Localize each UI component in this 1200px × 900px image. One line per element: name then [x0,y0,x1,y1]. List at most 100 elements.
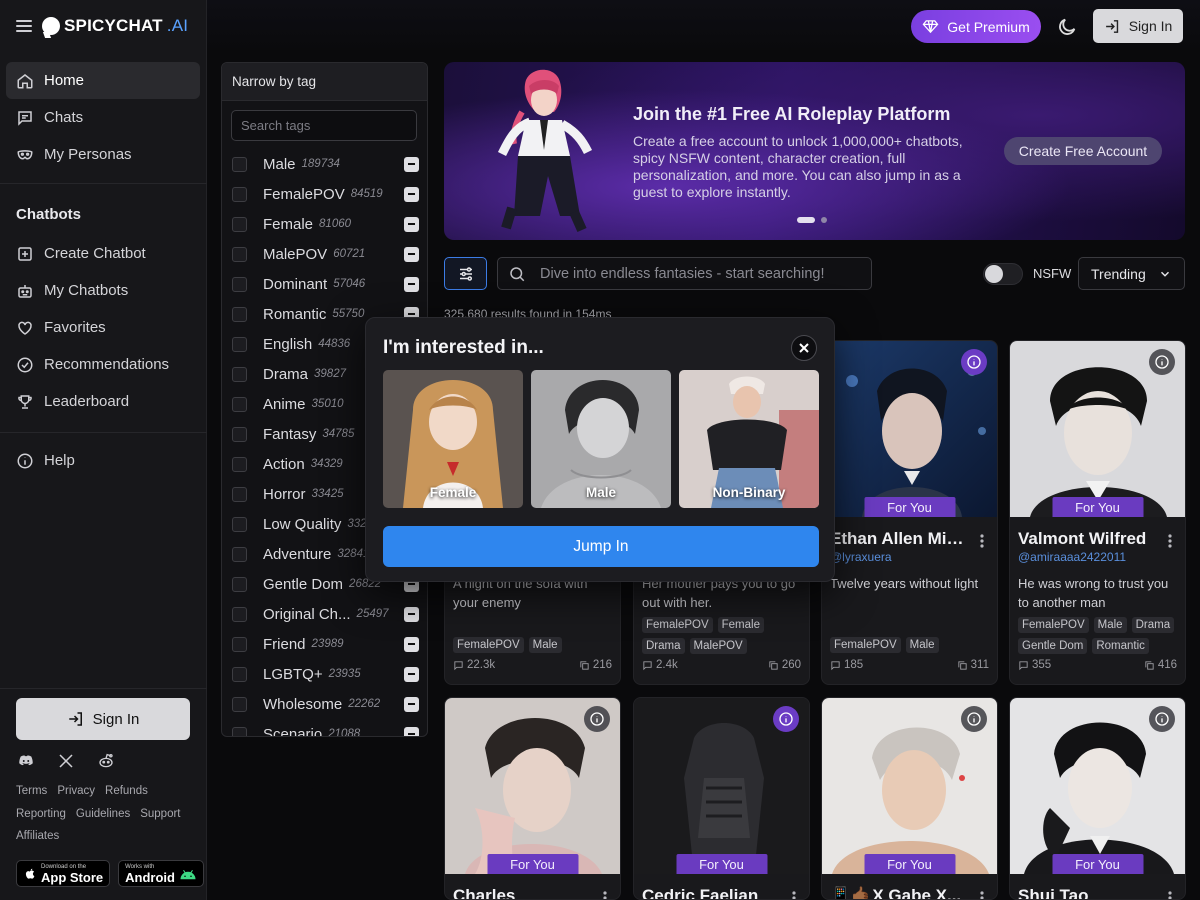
card-info-button[interactable] [1149,706,1175,732]
nav-leaderboard[interactable]: Leaderboard [6,383,200,420]
tag-checkbox[interactable] [232,636,247,652]
card-tag[interactable]: FemalePOV [453,637,524,653]
create-free-account-button[interactable]: Create Free Account [1004,137,1162,165]
nav-favorites[interactable]: Favorites [6,309,200,346]
tag-checkbox[interactable] [232,486,247,502]
search-input[interactable] [526,265,871,282]
card-tag[interactable]: Male [1093,617,1127,633]
dark-mode-moon-icon[interactable] [1056,16,1078,38]
tag-checkbox[interactable] [232,426,247,442]
card-more-icon[interactable] [1163,533,1177,549]
card-more-icon[interactable] [787,890,801,899]
card-info-button[interactable] [1149,349,1175,375]
discord-icon[interactable] [16,751,36,771]
jump-in-button[interactable]: Jump In [383,526,819,567]
tag-exclude-icon[interactable] [404,216,419,232]
app-store-badge[interactable]: Download on the App Store [16,860,111,887]
card-tag[interactable]: FemalePOV [642,617,713,633]
nsfw-toggle[interactable] [983,263,1023,285]
tag-search-input[interactable] [231,110,417,141]
interest-option-nonbinary[interactable]: Non-Binary [679,370,819,508]
sort-dropdown[interactable]: Trending [1078,257,1185,290]
card-tag[interactable]: Gentle Dom [1018,638,1088,654]
logo[interactable]: SPICYCHAT .AI [42,16,188,36]
tag-checkbox[interactable] [232,666,247,682]
tag-checkbox[interactable] [232,186,247,202]
tag-checkbox[interactable] [232,576,247,592]
tag-row[interactable]: Wholesome 22262 [222,689,427,719]
tag-row[interactable]: FemalePOV 84519 [222,179,427,209]
card-info-button[interactable] [584,706,610,732]
tag-checkbox[interactable] [232,216,247,232]
tag-exclude-icon[interactable] [404,156,419,172]
nav-recommendations[interactable]: Recommendations [6,346,200,383]
tag-row[interactable]: Friend 23989 [222,629,427,659]
chatbot-card[interactable]: For You Ethan Allen Mic... @lyraxuera Tw… [821,340,998,685]
footer-link-terms[interactable]: Terms [16,785,47,797]
chatbot-card[interactable]: For You Charles [444,697,621,900]
card-info-button[interactable] [961,349,987,375]
nav-chats[interactable]: Chats [6,99,200,136]
tag-row[interactable]: Male 189734 [222,149,427,179]
filter-toggle-button[interactable] [444,257,487,290]
carousel-dot[interactable] [821,217,827,223]
footer-link-refunds[interactable]: Refunds [105,785,148,797]
card-more-icon[interactable] [975,533,989,549]
card-more-icon[interactable] [1163,890,1177,899]
tag-row[interactable]: Scenario 21088 [222,719,427,736]
tag-checkbox[interactable] [232,546,247,562]
tag-checkbox[interactable] [232,276,247,292]
nav-personas[interactable]: My Personas [6,136,200,173]
card-tag[interactable]: FemalePOV [1018,617,1089,633]
card-creator-handle[interactable]: @lyraxuera [830,550,980,564]
interest-option-female[interactable]: Female [383,370,523,508]
nav-help[interactable]: Help [6,442,200,479]
tag-exclude-icon[interactable] [404,606,419,622]
card-info-button[interactable] [961,706,987,732]
tag-checkbox[interactable] [232,396,247,412]
tag-checkbox[interactable] [232,606,247,622]
tag-exclude-icon[interactable] [404,276,419,292]
interest-option-male[interactable]: Male [531,370,671,508]
tag-exclude-icon[interactable] [404,696,419,712]
card-tag[interactable]: Male [905,637,939,653]
top-signin-button[interactable]: Sign In [1093,9,1183,43]
card-tag[interactable]: Female [717,617,764,633]
chatbot-card[interactable]: For You 📱🤙🏾X Gabe X... [821,697,998,900]
card-more-icon[interactable] [598,890,612,899]
nav-create-chatbot[interactable]: Create Chatbot [6,235,200,272]
card-tag[interactable]: FemalePOV [830,637,901,653]
tag-checkbox[interactable] [232,246,247,262]
tag-checkbox[interactable] [232,366,247,382]
tag-row[interactable]: LGBTQ+ 23935 [222,659,427,689]
card-tag[interactable]: Drama [1131,617,1175,633]
card-info-button[interactable] [773,706,799,732]
android-badge[interactable]: Works with Android [118,860,204,887]
modal-close-button[interactable] [791,335,817,361]
tag-exclude-icon[interactable] [404,666,419,682]
carousel-dot-active[interactable] [797,217,815,223]
tag-row[interactable]: Dominant 57046 [222,269,427,299]
footer-link-guidelines[interactable]: Guidelines [76,808,130,820]
tag-checkbox[interactable] [232,336,247,352]
card-tag[interactable]: Romantic [1092,638,1149,654]
chatbot-card[interactable]: For You Cedric Faelian [633,697,810,900]
tag-exclude-icon[interactable] [404,636,419,652]
card-more-icon[interactable] [975,890,989,899]
footer-link-affiliates[interactable]: Affiliates [16,830,59,842]
get-premium-button[interactable]: Get Premium [911,10,1041,43]
menu-icon[interactable] [16,20,32,32]
tag-checkbox[interactable] [232,306,247,322]
tag-checkbox[interactable] [232,516,247,532]
footer-link-support[interactable]: Support [140,808,180,820]
chatbot-card[interactable]: For You Shui Tao [1009,697,1186,900]
card-tag[interactable]: Drama [642,638,685,654]
tag-exclude-icon[interactable] [404,246,419,262]
card-tag[interactable]: Male [528,637,562,653]
card-creator-handle[interactable]: @amiraaaa2422011 [1018,550,1168,564]
chatbot-card[interactable]: For You Valmont Wilfred @amiraaaa2422011… [1009,340,1186,685]
tag-row[interactable]: Original Ch... 25497 [222,599,427,629]
sidebar-signin-button[interactable]: Sign In [16,698,190,740]
tag-checkbox[interactable] [232,696,247,712]
tag-row[interactable]: MalePOV 60721 [222,239,427,269]
